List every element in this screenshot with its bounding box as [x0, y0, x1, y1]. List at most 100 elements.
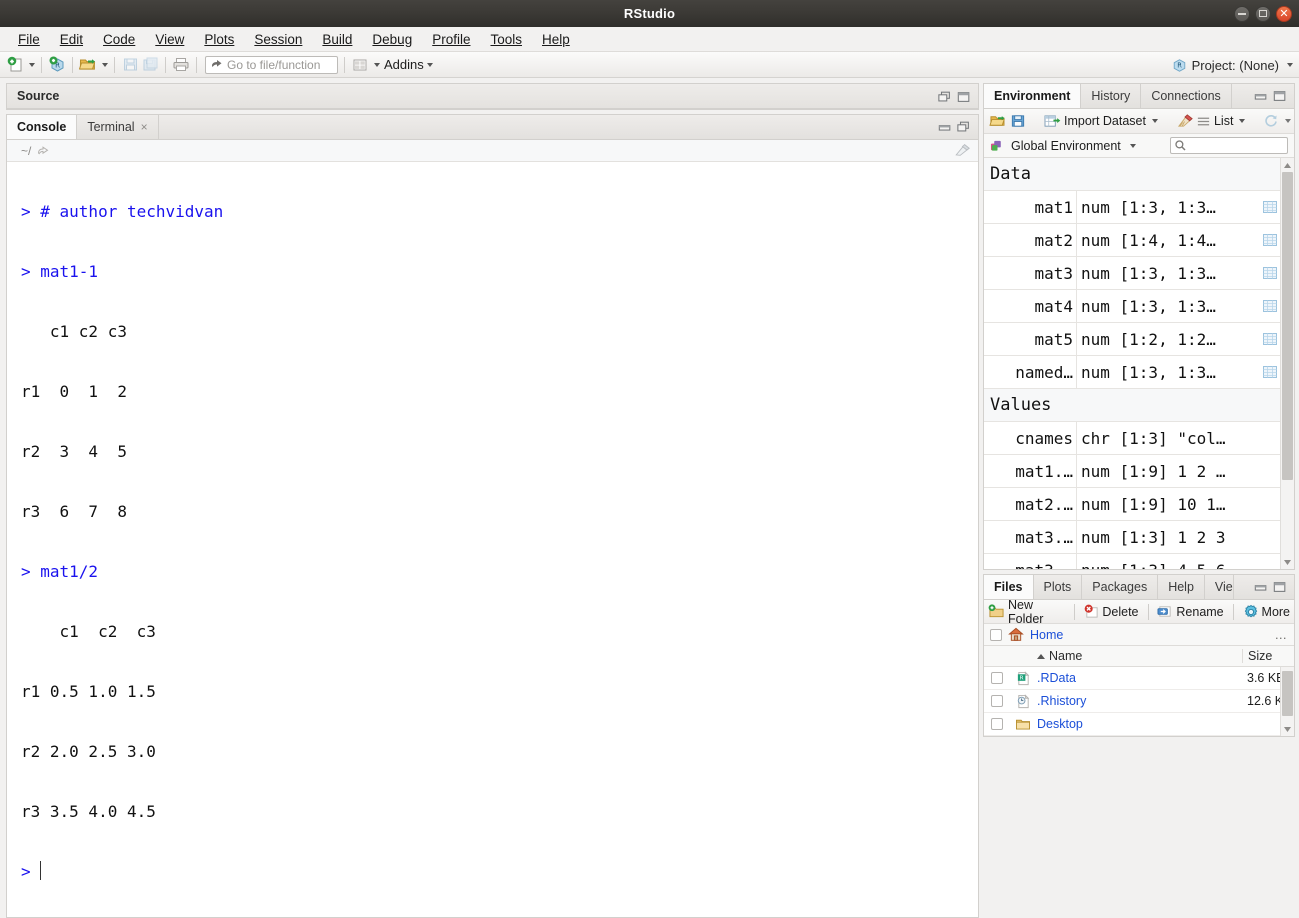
project-caret[interactable] [1287, 63, 1293, 67]
project-selector[interactable]: R Project: (None) [1172, 52, 1293, 78]
maximize-pane-icon[interactable] [1273, 581, 1287, 593]
print-icon[interactable] [172, 56, 190, 74]
scrollbar-thumb[interactable] [1282, 172, 1293, 480]
view-dataframe-icon[interactable] [1263, 300, 1277, 312]
tab-viewer[interactable]: Vie [1205, 575, 1234, 599]
table-row[interactable]: R .RData 3.6 KB [984, 667, 1294, 690]
menu-code[interactable]: Code [93, 29, 145, 50]
new-folder-icon[interactable] [988, 603, 1005, 621]
tab-history[interactable]: History [1081, 84, 1141, 108]
scroll-down-icon[interactable] [1283, 555, 1292, 569]
restore-pane-icon[interactable] [957, 121, 971, 133]
tab-terminal[interactable]: Terminal × [77, 115, 158, 139]
tab-files[interactable]: Files [984, 575, 1034, 599]
minimize-pane-icon[interactable] [938, 121, 952, 133]
tab-console[interactable]: Console [7, 115, 77, 139]
delete-label[interactable]: Delete [1102, 605, 1138, 619]
menu-debug[interactable]: Debug [362, 29, 422, 50]
table-row[interactable]: mat4 num [1:3, 1:3… [984, 290, 1280, 323]
open-folder-dropdown-caret[interactable] [102, 63, 108, 67]
menu-session[interactable]: Session [244, 29, 312, 50]
table-row[interactable]: mat2 num [1:4, 1:4… [984, 224, 1280, 257]
home-icon[interactable] [1008, 627, 1024, 642]
environment-scope-caret[interactable] [1130, 144, 1136, 148]
addins-button[interactable]: Addins [384, 57, 424, 72]
scroll-up-icon[interactable] [1283, 158, 1292, 172]
list-view-caret[interactable] [1239, 119, 1245, 123]
environment-scrollbar[interactable] [1280, 158, 1294, 569]
gear-icon[interactable] [1243, 603, 1259, 621]
panes-layout-icon[interactable] [351, 56, 369, 74]
tab-plots[interactable]: Plots [1034, 575, 1083, 599]
maximize-pane-icon[interactable] [957, 91, 971, 103]
goto-file-function-input[interactable]: Go to file/function [205, 56, 338, 74]
tab-packages[interactable]: Packages [1082, 575, 1158, 599]
import-dataset-label[interactable]: Import Dataset [1064, 114, 1146, 128]
environment-search-input[interactable] [1170, 137, 1288, 154]
new-folder-label[interactable]: New Folder [1008, 600, 1065, 624]
menu-file[interactable]: File [8, 29, 50, 50]
rename-icon[interactable] [1157, 603, 1173, 621]
rename-label[interactable]: Rename [1176, 605, 1223, 619]
save-icon[interactable] [1010, 112, 1026, 130]
row-name[interactable]: .RData [1037, 671, 1242, 685]
new-file-dropdown-caret[interactable] [29, 63, 35, 67]
row-checkbox[interactable] [984, 718, 1009, 730]
tab-environment[interactable]: Environment [984, 84, 1081, 108]
menu-plots[interactable]: Plots [194, 29, 244, 50]
select-all-checkbox[interactable] [990, 629, 1002, 641]
table-row[interactable]: .Rhistory 12.6 K [984, 690, 1294, 713]
list-view-icon[interactable] [1196, 112, 1211, 130]
table-row[interactable]: mat3.… num [1:3] 1 2 3 [984, 521, 1280, 554]
table-row[interactable]: mat1 num [1:3, 1:3… [984, 191, 1280, 224]
minimize-pane-icon[interactable] [1254, 90, 1268, 102]
menu-edit[interactable]: Edit [50, 29, 93, 50]
addins-caret[interactable] [427, 63, 433, 67]
maximize-pane-icon[interactable] [1273, 90, 1287, 102]
import-dataset-caret[interactable] [1152, 119, 1158, 123]
save-icon[interactable] [121, 56, 139, 74]
view-dataframe-icon[interactable] [1263, 267, 1277, 279]
clear-console-icon[interactable] [954, 143, 970, 157]
table-row[interactable]: mat5 num [1:2, 1:2… [984, 323, 1280, 356]
console-output[interactable]: > # author techvidvan > mat1-1 c1 c2 c3 … [7, 162, 978, 917]
more-label[interactable]: More [1262, 605, 1290, 619]
view-dataframe-icon[interactable] [1263, 234, 1277, 246]
files-table-body[interactable]: R .RData 3.6 KB [984, 667, 1294, 736]
menu-tools[interactable]: Tools [480, 29, 532, 50]
view-dataframe-icon[interactable] [1263, 333, 1277, 345]
panes-layout-caret[interactable] [374, 63, 380, 67]
table-row[interactable]: mat2.… num [1:9] 10 1… [984, 488, 1280, 521]
broom-icon[interactable] [1176, 112, 1193, 130]
tab-help[interactable]: Help [1158, 575, 1205, 599]
table-row[interactable]: Desktop [984, 713, 1294, 736]
refresh-caret[interactable] [1285, 119, 1291, 123]
menu-profile[interactable]: Profile [422, 29, 480, 50]
refresh-icon[interactable] [1263, 112, 1279, 130]
header-name-column[interactable]: Name [1037, 649, 1242, 663]
restore-pane-icon[interactable] [938, 91, 952, 103]
menu-view[interactable]: View [145, 29, 194, 50]
view-dataframe-icon[interactable] [1263, 201, 1277, 213]
view-dataframe-icon[interactable] [1263, 366, 1277, 378]
list-view-label[interactable]: List [1214, 114, 1233, 128]
tab-terminal-close-icon[interactable]: × [141, 120, 148, 134]
new-file-icon[interactable] [6, 56, 24, 74]
maximize-button[interactable] [1255, 6, 1271, 22]
row-name[interactable]: .Rhistory [1037, 694, 1242, 708]
menu-build[interactable]: Build [312, 29, 362, 50]
breadcrumb-overflow[interactable]: … [1275, 628, 1289, 642]
environment-object-list[interactable]: Data mat1 num [1:3, 1:3… mat2 [984, 158, 1294, 569]
save-all-icon[interactable] [141, 56, 159, 74]
close-button[interactable]: ✕ [1276, 6, 1292, 22]
scrollbar-thumb[interactable] [1282, 671, 1293, 716]
open-folder-icon[interactable] [79, 56, 97, 74]
new-project-icon[interactable]: R [48, 56, 66, 74]
table-row[interactable]: mat3 num [1:3, 1:3… [984, 257, 1280, 290]
table-row[interactable]: cnames chr [1:3] "col… [984, 422, 1280, 455]
environment-scope-selector[interactable]: Global Environment [984, 134, 1294, 158]
delete-icon[interactable] [1083, 603, 1099, 621]
menu-help[interactable]: Help [532, 29, 580, 50]
scroll-down-icon[interactable] [1283, 722, 1292, 736]
breadcrumb-home[interactable]: Home [1030, 628, 1063, 642]
